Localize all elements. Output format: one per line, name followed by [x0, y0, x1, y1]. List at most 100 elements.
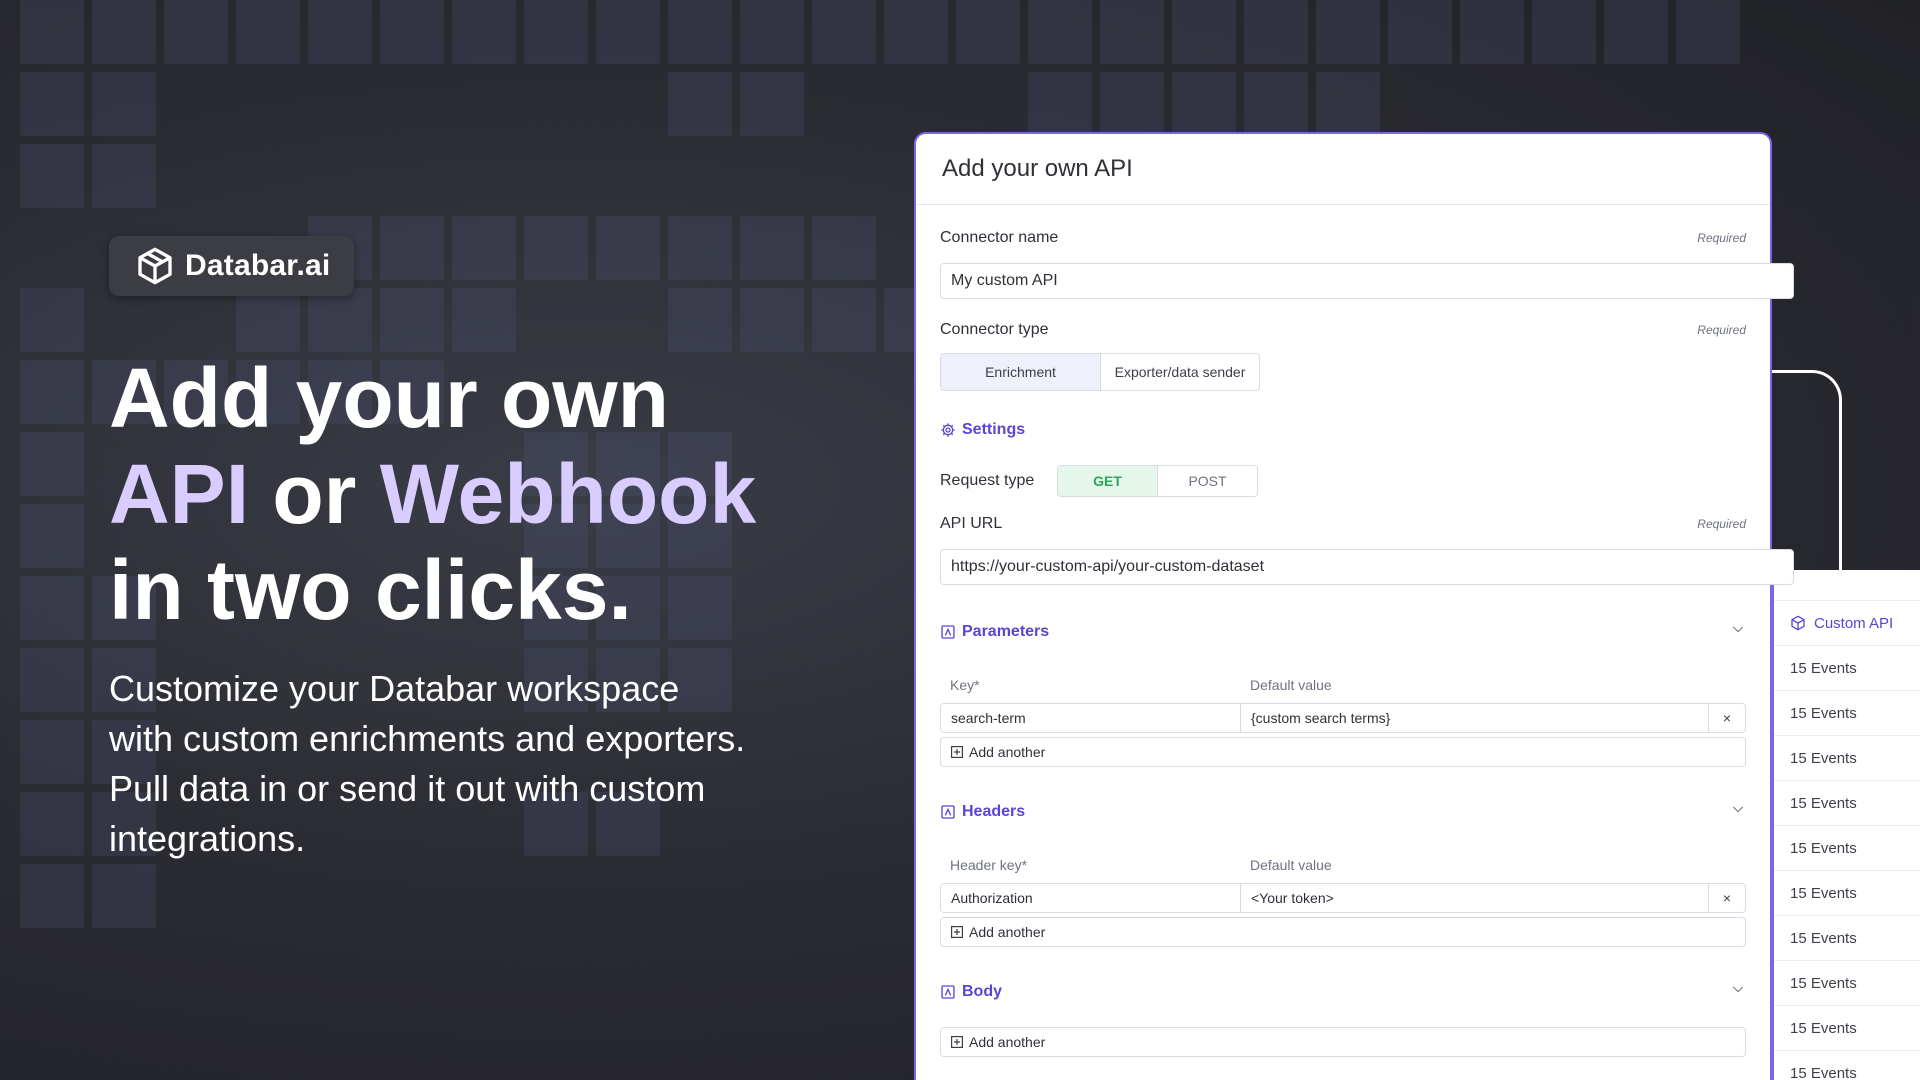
body-section-title: Body	[940, 983, 1002, 1001]
connector-type-exporter[interactable]: Exporter/data sender	[1100, 354, 1259, 390]
header-key-input[interactable]: Authorization	[941, 884, 1241, 912]
background-tile	[164, 0, 228, 64]
background-tile	[740, 216, 804, 280]
api-url-label-row: API URL Required	[940, 515, 1746, 533]
request-type-label: Request type	[940, 472, 1035, 489]
request-type-get[interactable]: GET	[1058, 466, 1157, 496]
background-tile	[668, 0, 732, 64]
gear-icon	[941, 423, 955, 437]
event-list-item[interactable]: 15 Events	[1774, 1006, 1920, 1051]
box-icon	[941, 624, 955, 639]
background-tile	[812, 0, 876, 64]
event-list-item[interactable]: 15 Events	[1774, 871, 1920, 916]
background-tile	[20, 144, 84, 208]
parameter-key-input[interactable]: search-term	[941, 704, 1241, 732]
background-tile	[668, 72, 732, 136]
request-type-post[interactable]: POST	[1157, 466, 1257, 496]
chevron-down-icon[interactable]	[1730, 981, 1746, 1002]
required-tag: Required	[1697, 517, 1746, 531]
header-row: Authorization <Your token> ×	[940, 883, 1746, 913]
parameter-value-input[interactable]: {custom search terms}	[1241, 704, 1709, 732]
headline-webhook: Webhook	[379, 447, 757, 541]
cube-icon	[1791, 615, 1805, 631]
background-tile	[1028, 0, 1092, 64]
background-tile	[236, 288, 300, 352]
events-panel-header	[1774, 570, 1920, 601]
background-tile	[668, 216, 732, 280]
parameters-section-title: Parameters	[940, 623, 1049, 641]
background-tile	[308, 0, 372, 64]
close-icon[interactable]: ×	[1709, 704, 1745, 732]
background-tile	[812, 288, 876, 352]
event-list-item[interactable]: 15 Events	[1774, 826, 1920, 871]
events-panel-title[interactable]: Custom API	[1774, 601, 1920, 646]
events-list: 15 Events 15 Events 15 Events 15 Events 15 E…	[1774, 646, 1920, 1080]
add-another-label: Add another	[969, 1034, 1046, 1050]
background-tile	[1316, 0, 1380, 64]
background-tile	[1100, 0, 1164, 64]
background-tile	[956, 0, 1020, 64]
background-tile	[308, 288, 372, 352]
background-tile	[452, 0, 516, 64]
parameters-add-another-button[interactable]: Add another	[940, 737, 1746, 767]
connector-name-label: Connector name	[940, 229, 1059, 246]
event-list-item[interactable]: 15 Events	[1774, 961, 1920, 1006]
event-list-item[interactable]: 15 Events	[1774, 691, 1920, 736]
brand-name: Databar.ai	[185, 249, 331, 282]
close-icon[interactable]: ×	[1709, 884, 1745, 912]
event-list-item[interactable]: 15 Events	[1774, 736, 1920, 781]
body-section-head[interactable]: Body	[940, 981, 1746, 1002]
headline-line1: Add your own	[109, 351, 669, 445]
headers-title-label: Headers	[962, 802, 1026, 820]
background-tile	[596, 0, 660, 64]
background-tile	[380, 0, 444, 64]
background-tile	[812, 216, 876, 280]
background-tile	[524, 0, 588, 64]
connector-type-enrichment[interactable]: Enrichment	[941, 354, 1100, 390]
parameter-row: search-term {custom search terms} ×	[940, 703, 1746, 733]
background-tile	[740, 72, 804, 136]
background-tile	[452, 216, 516, 280]
background-tile	[1172, 72, 1236, 136]
background-tile	[20, 576, 84, 640]
parameters-key-header: Key*	[950, 677, 980, 693]
card-title: Add your own API	[916, 134, 1770, 205]
box-icon	[941, 804, 955, 819]
connector-name-input[interactable]: My custom API	[940, 263, 1794, 299]
background-tile	[596, 216, 660, 280]
connector-type-label-row: Connector type Required	[940, 321, 1746, 339]
background-tile	[20, 288, 84, 352]
connector-type-label: Connector type	[940, 321, 1049, 338]
chevron-down-icon[interactable]	[1730, 621, 1746, 642]
background-tile	[884, 0, 948, 64]
required-tag: Required	[1697, 323, 1746, 337]
background-tile	[740, 0, 804, 64]
event-list-item[interactable]: 15 Events	[1774, 646, 1920, 691]
header-value-input[interactable]: <Your token>	[1241, 884, 1709, 912]
headers-section-head[interactable]: Headers	[940, 801, 1746, 822]
add-another-label: Add another	[969, 924, 1046, 940]
background-tile	[20, 864, 84, 928]
connector-type-control: Enrichment Exporter/data sender	[940, 353, 1746, 391]
headline-or: or	[249, 447, 380, 541]
connector-line	[1772, 370, 1842, 570]
background-tile	[20, 0, 84, 64]
background-tile	[524, 216, 588, 280]
background-tile	[668, 288, 732, 352]
headers-add-another-button[interactable]: Add another	[940, 917, 1746, 947]
api-url-input[interactable]: https://your-custom-api/your-custom-data…	[940, 549, 1794, 585]
background-tile	[92, 72, 156, 136]
body-add-another-button[interactable]: Add another	[940, 1027, 1746, 1057]
add-api-card: Add your own API Connector name Required…	[914, 132, 1794, 1080]
event-list-item[interactable]: 15 Events	[1774, 916, 1920, 961]
headers-key-header: Header key*	[950, 857, 1028, 873]
event-list-item[interactable]: 15 Events	[1774, 781, 1920, 826]
headline-api: API	[109, 447, 250, 541]
settings-title-label: Settings	[962, 421, 1026, 438]
event-list-item[interactable]: 15 Events	[1774, 1051, 1920, 1080]
settings-section-title[interactable]: Settings	[940, 421, 1746, 439]
connector-type-toggle: Enrichment Exporter/data sender	[940, 353, 1260, 391]
chevron-down-icon[interactable]	[1730, 801, 1746, 822]
add-another-label: Add another	[969, 744, 1046, 760]
parameters-section-head[interactable]: Parameters	[940, 621, 1746, 642]
